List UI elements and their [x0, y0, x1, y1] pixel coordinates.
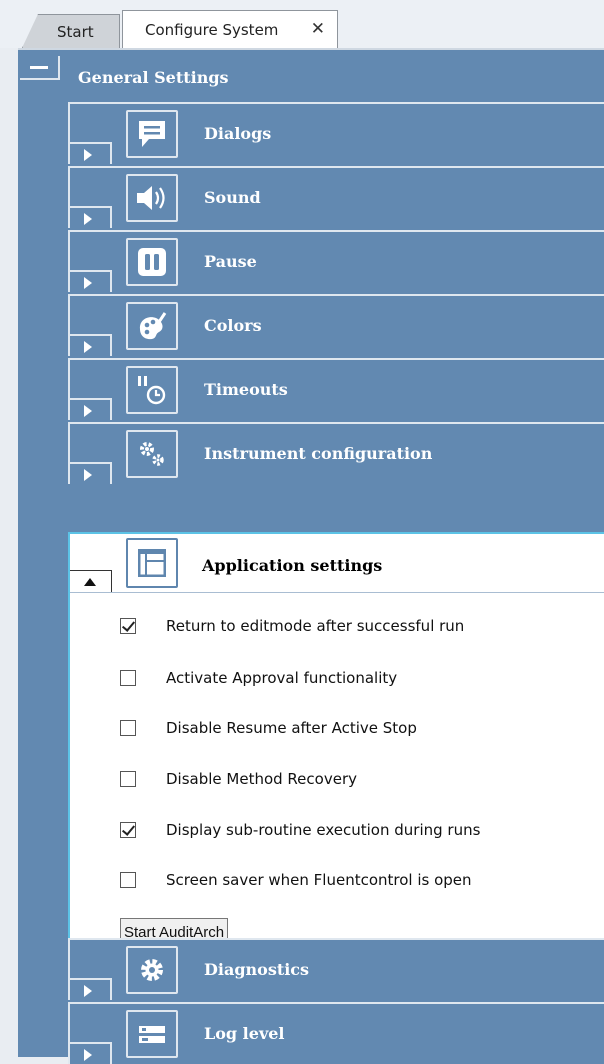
tab-configure-system[interactable]: Configure System ✕	[122, 10, 338, 48]
row-instrument-configuration-label: Instrument configuration	[204, 444, 433, 463]
log-level-icon	[126, 1010, 178, 1058]
row-dialogs-label: Dialogs	[204, 124, 272, 143]
row-pause[interactable]: Pause	[68, 230, 604, 292]
application-settings-section: Application settings Return to editmode …	[68, 532, 604, 986]
chevron-right-icon	[84, 149, 92, 161]
expand-pause-button[interactable]	[70, 270, 112, 292]
close-icon[interactable]: ✕	[311, 20, 325, 38]
gear-icon	[126, 946, 178, 994]
expand-colors-button[interactable]	[70, 334, 112, 356]
row-colors-label: Colors	[204, 316, 262, 335]
option-label: Screen saver when Fluentcontrol is open	[166, 871, 472, 889]
row-log-level-label: Log level	[204, 1024, 285, 1043]
row-colors[interactable]: Colors	[68, 294, 604, 356]
chevron-right-icon	[84, 341, 92, 353]
row-timeouts[interactable]: Timeouts	[68, 358, 604, 420]
checkbox-disable-resume[interactable]	[120, 720, 136, 736]
expand-log-level-button[interactable]	[70, 1042, 112, 1064]
triangle-up-icon	[84, 578, 96, 586]
option-label: Return to editmode after successful run	[166, 617, 465, 635]
general-settings-panel: General Settings Dialogs Sound Pause Col…	[18, 48, 604, 1064]
chevron-right-icon	[84, 1049, 92, 1061]
row-log-level[interactable]: Log level	[68, 1002, 604, 1064]
checkbox-disable-method-recovery[interactable]	[120, 771, 136, 787]
tab-strip: Start Configure System ✕	[0, 0, 604, 48]
expand-timeouts-button[interactable]	[70, 398, 112, 420]
option-disable-method-recovery[interactable]: Disable Method Recovery	[120, 767, 357, 791]
gears-icon	[126, 430, 178, 478]
option-label: Disable Method Recovery	[166, 770, 357, 788]
row-timeouts-label: Timeouts	[204, 380, 288, 399]
option-activate-approval[interactable]: Activate Approval functionality	[120, 666, 397, 690]
chevron-right-icon	[84, 405, 92, 417]
chevron-right-icon	[84, 985, 92, 997]
option-display-sub-routine[interactable]: Display sub-routine execution during run…	[120, 818, 480, 842]
row-sound[interactable]: Sound	[68, 166, 604, 228]
chevron-right-icon	[84, 277, 92, 289]
layout-icon	[126, 538, 178, 588]
row-dialogs[interactable]: Dialogs	[68, 102, 604, 164]
row-sound-label: Sound	[204, 188, 261, 207]
option-disable-resume[interactable]: Disable Resume after Active Stop	[120, 716, 417, 740]
row-pause-label: Pause	[204, 252, 257, 271]
tab-configure-system-label: Configure System	[145, 20, 279, 39]
palette-icon	[126, 302, 178, 350]
option-label: Display sub-routine execution during run…	[166, 821, 481, 839]
collapse-application-settings-button[interactable]	[70, 570, 112, 592]
checkbox-return-to-editmode[interactable]	[120, 618, 136, 634]
pause-icon	[126, 238, 178, 286]
timer-icon	[126, 366, 178, 414]
application-settings-header[interactable]: Application settings	[70, 534, 604, 593]
option-label: Activate Approval functionality	[166, 669, 398, 687]
checkbox-screen-saver[interactable]	[120, 872, 136, 888]
expand-diagnostics-button[interactable]	[70, 978, 112, 1000]
expand-sound-button[interactable]	[70, 206, 112, 228]
expand-dialogs-button[interactable]	[70, 142, 112, 164]
row-diagnostics[interactable]: Diagnostics	[68, 938, 604, 1000]
tab-start[interactable]: Start	[22, 14, 120, 48]
row-diagnostics-label: Diagnostics	[204, 960, 310, 979]
tab-start-label: Start	[57, 22, 94, 41]
chevron-right-icon	[84, 213, 92, 225]
checkbox-activate-approval[interactable]	[120, 670, 136, 686]
row-instrument-configuration[interactable]: Instrument configuration	[68, 422, 604, 484]
application-settings-label: Application settings	[202, 556, 383, 575]
collapse-general-settings-button[interactable]	[20, 56, 60, 80]
option-label: Disable Resume after Active Stop	[166, 719, 417, 737]
option-screen-saver[interactable]: Screen saver when Fluentcontrol is open	[120, 868, 472, 892]
expand-instrument-configuration-button[interactable]	[70, 462, 112, 484]
option-return-to-editmode[interactable]: Return to editmode after successful run	[120, 614, 464, 638]
chevron-right-icon	[84, 469, 92, 481]
checkbox-display-sub-routine[interactable]	[120, 822, 136, 838]
speaker-icon	[126, 174, 178, 222]
general-settings-title: General Settings	[78, 68, 229, 87]
speech-bubble-icon	[126, 110, 178, 158]
